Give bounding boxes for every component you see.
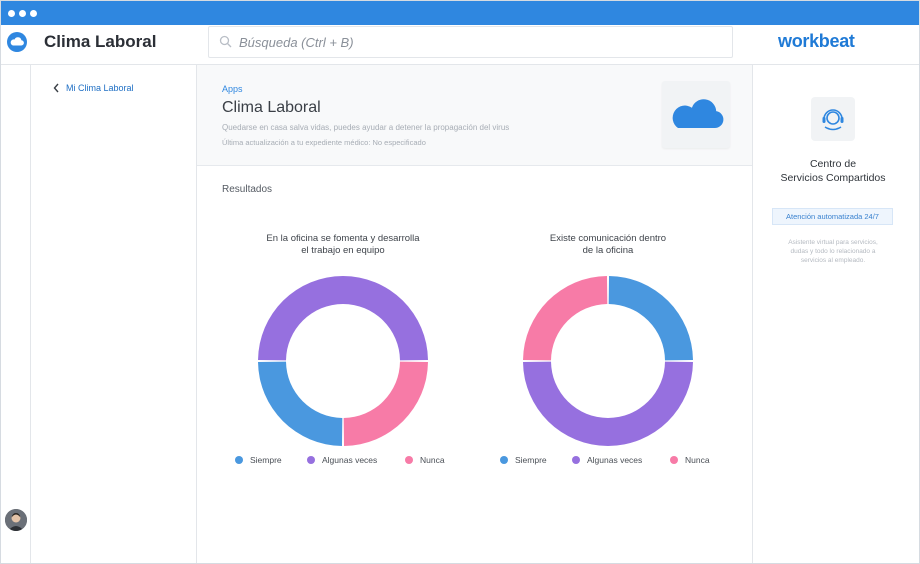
cloud-icon	[672, 99, 724, 128]
legend-swatch	[307, 456, 315, 464]
donut-slice-algunas-veces[interactable]	[523, 361, 693, 447]
window-dot	[19, 10, 26, 17]
chevron-left-icon	[53, 83, 59, 93]
legend-item-algunas-veces[interactable]: Algunas veces	[572, 455, 642, 465]
section-nav: Mi Clima Laboral	[31, 65, 197, 563]
support-sidebar: Centro de Servicios Compartidos Atención…	[752, 65, 919, 563]
main-content: Apps Clima Laboral Quedarse en casa salv…	[197, 65, 752, 563]
donut-slice-siempre[interactable]	[608, 276, 693, 361]
breadcrumb[interactable]: Apps	[222, 84, 243, 94]
legend-label: Siempre	[250, 455, 282, 465]
support-desc-line: dudas y todo lo relacionado a	[790, 248, 876, 255]
search-icon	[219, 35, 232, 48]
donut-svg	[523, 276, 693, 447]
results-label: Resultados	[222, 184, 273, 195]
support-description: Asistente virtual para servicios, dudas …	[767, 238, 899, 265]
donut-chart-communication: Existe comunicación dentro de la oficina…	[488, 233, 728, 473]
donut-slice-algunas-veces[interactable]	[258, 275, 428, 361]
legend-swatch	[670, 456, 678, 464]
legend-item-algunas-veces[interactable]: Algunas veces	[307, 455, 377, 465]
search-input[interactable]	[239, 33, 719, 51]
support-title-line: Servicios Compartidos	[780, 172, 886, 184]
app-header: Apps Clima Laboral Quedarse en casa salv…	[197, 65, 752, 166]
donut-slice-nunca[interactable]	[523, 276, 608, 361]
search-box[interactable]	[208, 26, 733, 58]
legend-label: Nunca	[420, 455, 445, 465]
legend-item-nunca[interactable]: Nunca	[405, 455, 445, 465]
page-title: Clima Laboral	[222, 99, 321, 116]
legend-swatch	[500, 456, 508, 464]
back-link[interactable]: Mi Clima Laboral	[53, 83, 134, 93]
legend-swatch	[572, 456, 580, 464]
window-dot	[30, 10, 37, 17]
top-bar: Clima Laboral workbeat	[1, 25, 919, 65]
app-cloud-icon[interactable]	[7, 32, 27, 52]
page-subtitle: Quedarse en casa salva vidas, puedes ayu…	[222, 123, 510, 132]
donut-chart-teamwork: En la oficina se fomenta y desarrolla el…	[223, 233, 463, 473]
legend-label: Algunas veces	[322, 455, 378, 465]
app-title: Clima Laboral	[44, 32, 157, 51]
headset-icon	[822, 109, 844, 131]
back-link-label: Mi Clima Laboral	[66, 83, 134, 93]
legend-swatch	[405, 456, 413, 464]
chart-legend: Siempre Algunas veces Nunca	[223, 455, 463, 469]
legend-item-siempre[interactable]: Siempre	[500, 455, 547, 465]
donut-svg	[258, 275, 428, 446]
app-window: Clima Laboral workbeat Mi Clima Laboral	[0, 0, 920, 564]
support-title: Centro de Servicios Compartidos	[753, 157, 913, 185]
support-badge[interactable]: Atención automatizada 24/7	[772, 208, 893, 225]
donut-slice-siempre[interactable]	[258, 361, 343, 446]
legend-item-nunca[interactable]: Nunca	[670, 455, 710, 465]
legend-item-siempre[interactable]: Siempre	[235, 455, 282, 465]
legend-swatch	[235, 456, 243, 464]
avatar[interactable]	[5, 509, 27, 531]
workbeat-logo: workbeat	[778, 31, 855, 51]
last-update-text: Última actualización a tu expediente méd…	[222, 138, 426, 147]
left-rail	[1, 65, 31, 563]
legend-label: Nunca	[685, 455, 710, 465]
window-dot	[8, 10, 15, 17]
support-desc-line: Asistente virtual para servicios,	[788, 239, 878, 246]
support-title-line: Centro de	[809, 158, 857, 170]
support-icon-tile[interactable]	[811, 97, 855, 141]
hero-tile	[662, 81, 730, 148]
support-desc-line: servicios al empleado.	[800, 257, 866, 264]
window-title-bar	[1, 1, 919, 25]
donut-slice-nunca[interactable]	[343, 361, 428, 446]
chart-legend: Siempre Algunas veces Nunca	[488, 455, 728, 469]
legend-label: Siempre	[515, 455, 547, 465]
legend-label: Algunas veces	[587, 455, 643, 465]
